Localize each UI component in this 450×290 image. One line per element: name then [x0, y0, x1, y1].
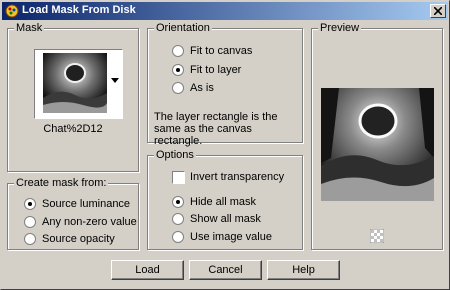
radio-unselected-icon [172, 213, 184, 225]
help-button[interactable]: Help [267, 260, 340, 280]
load-mask-dialog: Load Mask From Disk Mask Chat%2D12 Creat… [0, 0, 450, 290]
radio-selected-icon [172, 196, 184, 208]
options-group-label: Options [154, 149, 196, 161]
mask-group: Mask Chat%2D12 [7, 22, 139, 172]
radio-selected-icon [24, 198, 36, 210]
mask-thumbnail-picker[interactable] [34, 49, 123, 119]
options-group: Options Invert transparency Hide all mas… [147, 149, 303, 250]
radio-selected-icon [172, 64, 184, 76]
orientation-group-label: Orientation [154, 22, 212, 34]
help-button-label: Help [292, 264, 315, 276]
chevron-down-icon[interactable] [111, 78, 119, 84]
radio-unselected-icon [172, 45, 184, 57]
radio-unselected-icon [24, 233, 36, 245]
paint-app-icon [5, 4, 19, 18]
orientation-note: The layer rectangle is the same as the c… [154, 111, 278, 147]
load-button[interactable]: Load [111, 260, 184, 280]
cancel-button-label: Cancel [208, 264, 243, 276]
mask-thumbnail-image [43, 53, 107, 113]
transparency-toggle-icon[interactable] [370, 229, 384, 243]
preview-group: Preview [311, 22, 443, 250]
load-button-label: Load [135, 264, 160, 276]
close-icon [434, 7, 442, 15]
window-title: Load Mask From Disk [22, 4, 136, 16]
radio-unselected-icon [24, 216, 36, 228]
create-mask-from-group: Create mask from: Source luminance Any n… [7, 177, 139, 250]
mask-preview-image [321, 88, 434, 201]
radio-unselected-icon [172, 82, 184, 94]
checkbox-unchecked-icon [172, 171, 185, 184]
mask-group-label: Mask [14, 22, 45, 34]
radio-unselected-icon [172, 231, 184, 243]
close-button[interactable] [430, 4, 446, 18]
orientation-group: Orientation Fit to canvas Fit to layer A… [147, 22, 303, 147]
title-bar[interactable]: Load Mask From Disk [2, 2, 448, 20]
mask-file-name: Chat%2D12 [43, 123, 103, 135]
preview-group-label: Preview [318, 22, 362, 34]
cancel-button[interactable]: Cancel [189, 260, 262, 280]
create-mask-from-label: Create mask from: [14, 177, 109, 189]
